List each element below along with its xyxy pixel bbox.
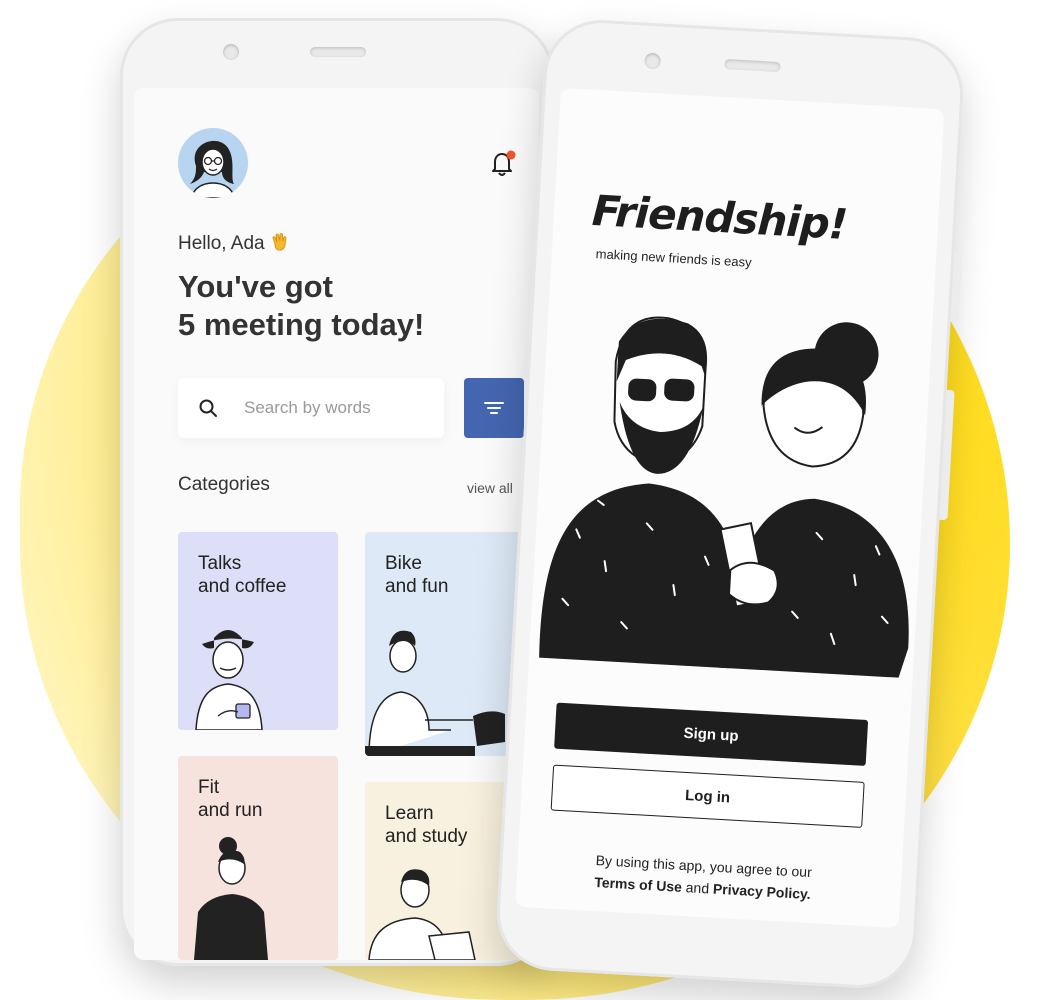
right-screen: Friendship! making new friends is easy S… <box>515 87 945 929</box>
avatar[interactable] <box>178 128 248 198</box>
card-label: Bike and fun <box>385 553 449 597</box>
privacy-policy-link[interactable]: Privacy Policy. <box>713 881 812 902</box>
coffee-person-illustration <box>195 630 263 730</box>
headline-line-1: You've got <box>178 269 333 304</box>
card-label: Talks and coffee <box>198 553 287 597</box>
notification-bell-icon[interactable] <box>490 150 516 178</box>
left-screen: Hello, Ada You've got 5 meeting today! S… <box>134 88 539 960</box>
search-box <box>178 378 444 438</box>
search-input[interactable] <box>242 397 436 419</box>
categories-title: Categories <box>178 474 270 495</box>
sign-up-button[interactable]: Sign up <box>554 702 869 766</box>
phone-left: Hello, Ada You've got 5 meeting today! S… <box>120 18 554 966</box>
filter-icon <box>484 402 504 414</box>
app-logo: Friendship! <box>590 185 849 250</box>
camera <box>644 52 662 70</box>
log-in-button[interactable]: Log in <box>550 764 865 828</box>
student-illustration <box>368 869 476 960</box>
terms-notice: By using this app, you agree to our Term… <box>546 846 860 907</box>
category-card-fit[interactable]: Fit and run <box>178 756 338 960</box>
headline-line-2: 5 meeting today! <box>178 307 425 342</box>
search-icon <box>199 399 217 417</box>
camera <box>223 44 239 60</box>
bike-person-illustration <box>365 630 505 756</box>
filter-button[interactable] <box>464 378 524 438</box>
speaker <box>310 47 366 57</box>
phone-right: Friendship! making new friends is easy S… <box>493 17 967 991</box>
category-card-bike[interactable]: Bike and fun <box>365 532 525 756</box>
terms-and: and <box>685 879 710 897</box>
card-label: Fit and run <box>198 777 263 821</box>
waving-hand-icon <box>270 232 290 254</box>
tagline: making new friends is easy <box>595 246 753 270</box>
card-label: Learn and study <box>385 803 468 847</box>
volume-button <box>950 252 963 323</box>
terms-of-use-link[interactable]: Terms of Use <box>594 874 682 895</box>
runner-illustration <box>194 837 268 960</box>
speaker <box>724 59 781 73</box>
greeting: Hello, Ada <box>178 232 290 255</box>
category-card-talks[interactable]: Talks and coffee <box>178 532 338 730</box>
page-title: You've got 5 meeting today! <box>178 268 508 344</box>
friends-illustration <box>539 316 909 678</box>
view-all-link[interactable]: view all <box>467 480 513 496</box>
